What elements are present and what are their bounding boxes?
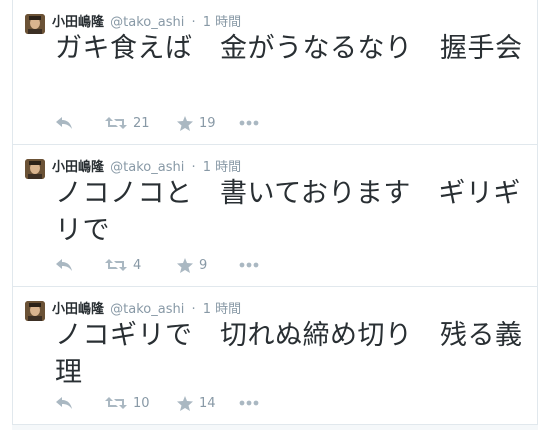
retweet-icon — [105, 397, 127, 409]
avatar[interactable] — [25, 159, 45, 179]
retweet-icon — [105, 259, 127, 271]
tweet-actions: 10 14 — [55, 392, 269, 414]
display-name[interactable]: 小田嶋隆 — [52, 15, 104, 30]
reply-button[interactable] — [55, 116, 105, 130]
tweet-actions: 4 9 — [55, 254, 269, 276]
reply-icon — [56, 117, 72, 129]
reply-button[interactable] — [55, 258, 105, 272]
tweet-text: ガキ食えば 金がうなるなり 握手会 — [55, 33, 523, 64]
retweet-button[interactable]: 4 — [105, 258, 177, 273]
more-dots-icon — [239, 400, 259, 406]
more-button[interactable] — [239, 120, 269, 126]
favorite-button[interactable]: 14 — [177, 395, 239, 411]
retweet-icon — [105, 117, 127, 129]
retweet-count: 21 — [133, 115, 150, 131]
reply-icon — [56, 397, 72, 409]
separator-dot: · — [191, 302, 196, 317]
star-icon — [177, 257, 193, 273]
avatar[interactable] — [25, 14, 45, 34]
reply-icon — [56, 259, 72, 271]
tweet-text: ノコギリで 切れぬ締め切り 残る義理 — [55, 320, 523, 388]
timestamp[interactable]: 1 時間 — [203, 15, 241, 30]
tweet-item[interactable]: 小田嶋隆 @tako_ashi · 1 時間 ノコギリで 切れぬ締め切り 残る義… — [12, 286, 538, 424]
user-handle[interactable]: @tako_ashi — [110, 160, 184, 175]
user-handle[interactable]: @tako_ashi — [110, 302, 184, 317]
more-dots-icon — [239, 262, 259, 268]
tweet-actions: 21 19 — [55, 112, 269, 134]
favorite-count: 9 — [199, 257, 208, 273]
timestamp[interactable]: 1 時間 — [203, 160, 241, 175]
favorite-count: 14 — [199, 395, 216, 411]
display-name[interactable]: 小田嶋隆 — [52, 160, 104, 175]
timeline-bottom-divider — [12, 424, 538, 430]
retweet-button[interactable]: 21 — [105, 116, 177, 131]
more-button[interactable] — [239, 400, 269, 406]
retweet-button[interactable]: 10 — [105, 396, 177, 411]
star-icon — [177, 395, 193, 411]
more-button[interactable] — [239, 262, 269, 268]
favorite-count: 19 — [199, 115, 216, 131]
favorite-button[interactable]: 19 — [177, 115, 239, 131]
separator-dot: · — [191, 15, 196, 30]
user-handle[interactable]: @tako_ashi — [110, 15, 184, 30]
more-dots-icon — [239, 120, 259, 126]
star-icon — [177, 115, 193, 131]
separator-dot: · — [191, 160, 196, 175]
tweet-item[interactable]: 小田嶋隆 @tako_ashi · 1 時間 ノコノコと 書いております ギリギ… — [12, 144, 538, 286]
tweet-text: ノコノコと 書いております ギリギリで — [55, 178, 521, 246]
tweet-timeline: 小田嶋隆 @tako_ashi · 1 時間 ガキ食えば 金がうなるなり 握手会… — [0, 0, 550, 430]
reply-button[interactable] — [55, 396, 105, 410]
retweet-count: 4 — [133, 257, 142, 273]
tweet-item[interactable]: 小田嶋隆 @tako_ashi · 1 時間 ガキ食えば 金がうなるなり 握手会… — [12, 0, 538, 144]
avatar[interactable] — [25, 301, 45, 321]
timestamp[interactable]: 1 時間 — [203, 302, 241, 317]
display-name[interactable]: 小田嶋隆 — [52, 302, 104, 317]
retweet-count: 10 — [133, 395, 150, 411]
favorite-button[interactable]: 9 — [177, 257, 239, 273]
